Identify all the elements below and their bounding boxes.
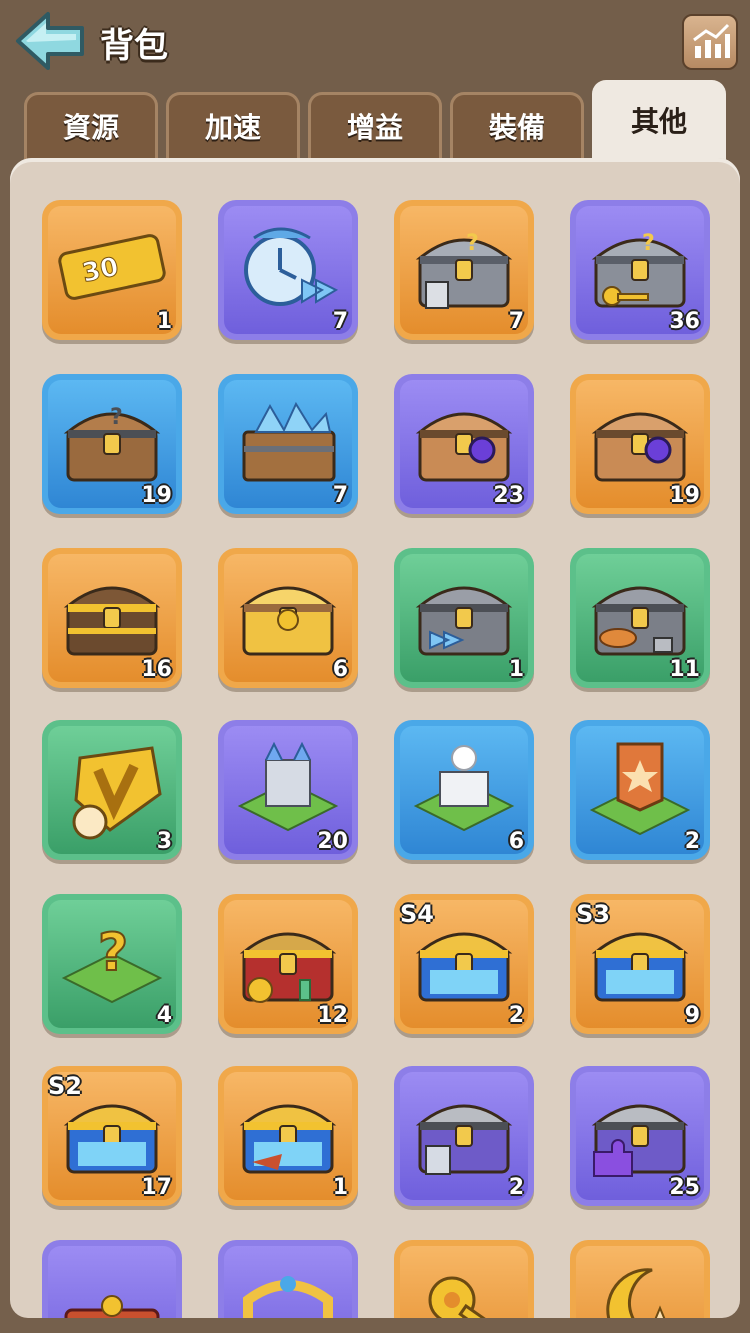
inventory-item[interactable]: 7 (218, 200, 358, 340)
inventory-item[interactable]: ? 7 (394, 200, 534, 340)
wooden-mystery-chest-icon: ? (63, 405, 161, 482)
vip-badge-clock-icon (72, 746, 162, 840)
tab-boosts[interactable]: 增益 (308, 92, 442, 162)
inventory-item[interactable]: 3 (42, 720, 182, 860)
season-badge: S4 (400, 900, 434, 928)
item-count: 12 (317, 1003, 348, 1028)
item-count: 36 (669, 309, 700, 334)
inventory-item[interactable]: S4 2 (394, 894, 534, 1034)
svg-text:?: ? (642, 231, 655, 256)
inventory-item[interactable]: 6 (394, 720, 534, 860)
item-count: 19 (669, 483, 700, 508)
tab-equipment[interactable]: 裝備 (450, 92, 584, 162)
inventory-item[interactable] (394, 1240, 534, 1318)
ornate-gold-chest-icon (239, 586, 337, 656)
purple-puzzle-chest-icon (591, 1104, 689, 1177)
item-count: 19 (141, 483, 172, 508)
inventory-item[interactable]: 1 (394, 548, 534, 688)
item-count: 16 (141, 657, 172, 682)
blue-gold-chest-icon (239, 1104, 337, 1174)
chart-icon (693, 23, 730, 58)
item-count: 4 (156, 1003, 172, 1028)
moon-star-icon (606, 1268, 666, 1318)
key-mystery-chest-icon: ? (591, 231, 689, 308)
tab-other[interactable]: 其他 (592, 80, 726, 162)
svg-text:?: ? (466, 231, 479, 256)
item-count: 7 (332, 483, 348, 508)
item-count: 3 (156, 829, 172, 854)
inventory-item[interactable]: 12 (218, 894, 358, 1034)
item-count: 6 (332, 657, 348, 682)
item-count: 1 (156, 309, 172, 334)
item-count: 17 (141, 1175, 172, 1200)
ornate-gate-icon (243, 1276, 333, 1318)
category-tabs: 資源 加速 增益 裝備 其他 (0, 80, 750, 168)
speedup-clock-icon (244, 227, 339, 306)
page-title: 背包 (100, 26, 168, 66)
banner-tile-icon (589, 742, 691, 836)
inventory-item[interactable]: 1 (218, 1066, 358, 1206)
inventory-item[interactable]: 19 (570, 374, 710, 514)
inventory-item[interactable]: 6 (218, 548, 358, 688)
item-count: 11 (669, 657, 700, 682)
season-badge: S3 (576, 900, 610, 928)
back-arrow-icon (16, 12, 84, 70)
crystal-crate-icon (242, 401, 336, 482)
item-count: 7 (508, 309, 524, 334)
gem-chest-icon (415, 412, 513, 482)
inventory-item[interactable]: 2 (394, 1066, 534, 1206)
tab-resources[interactable]: 資源 (24, 92, 158, 162)
inventory-item[interactable]: 11 (570, 548, 710, 688)
equipment-mystery-chest-icon: ? (415, 231, 513, 309)
inventory-item[interactable]: 20 (218, 720, 358, 860)
inventory-panel: 30 1 7? 7? 36? 19 7 23 19 16 6 1 11 3 20 6 2? 4 12 S4 2 S3 9 S2… (10, 158, 740, 1318)
inventory-item[interactable] (218, 1240, 358, 1318)
treasure-pile-icon (239, 932, 337, 1003)
item-count: 20 (317, 829, 348, 854)
ticket-30-icon: 30 (58, 234, 166, 300)
item-count: 2 (508, 1175, 524, 1200)
svg-text:?: ? (110, 405, 123, 430)
item-count: 7 (332, 309, 348, 334)
speedup-open-chest-icon (415, 586, 513, 656)
item-count: 9 (684, 1003, 700, 1028)
item-count: 6 (508, 829, 524, 854)
item-count: 2 (684, 829, 700, 854)
fortress-tile-icon (413, 745, 515, 832)
inventory-item[interactable] (570, 1240, 710, 1318)
castle-tile-icon (237, 741, 339, 832)
inventory-item[interactable] (42, 1240, 182, 1318)
inventory-item[interactable]: 16 (42, 548, 182, 688)
item-count: 23 (493, 483, 524, 508)
item-count: 1 (508, 657, 524, 682)
inventory-item[interactable]: S2 17 (42, 1066, 182, 1206)
inventory-item[interactable]: ? 36 (570, 200, 710, 340)
decor-frame-icon (64, 1295, 160, 1318)
stats-button[interactable] (682, 14, 738, 70)
item-count: 25 (669, 1175, 700, 1200)
tab-speedups[interactable]: 加速 (166, 92, 300, 162)
gold-iron-chest-icon (63, 586, 161, 656)
inventory-item[interactable]: 2 (570, 720, 710, 860)
golden-key-icon (428, 1276, 503, 1318)
inventory-item[interactable]: ? 19 (42, 374, 182, 514)
inventory-item[interactable]: 23 (394, 374, 534, 514)
item-count: 2 (508, 1003, 524, 1028)
purple-armor-chest-icon (415, 1104, 513, 1175)
item-count: 1 (332, 1175, 348, 1200)
inventory-item[interactable]: 30 1 (42, 200, 182, 340)
inventory-item[interactable]: ? 4 (42, 894, 182, 1034)
season-badge: S2 (48, 1072, 82, 1100)
inventory-item[interactable]: S3 9 (570, 894, 710, 1034)
back-button[interactable] (14, 10, 88, 72)
inventory-item[interactable]: 25 (570, 1066, 710, 1206)
random-tile-icon: ? (61, 922, 163, 1004)
inventory-item[interactable]: 7 (218, 374, 358, 514)
food-open-chest-icon (591, 586, 689, 656)
svg-text:?: ? (98, 923, 128, 983)
gem-chest-icon (591, 412, 689, 482)
